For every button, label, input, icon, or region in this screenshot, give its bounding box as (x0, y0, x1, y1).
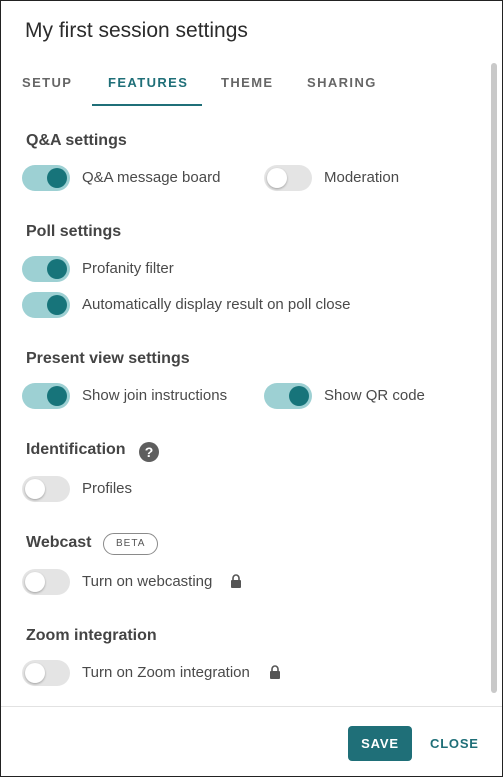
zoom-integration-heading: Zoom integration (26, 627, 157, 644)
settings-dialog: My first session settings SETUP FEATURES… (0, 0, 503, 777)
active-tab-indicator (92, 104, 202, 106)
moderation-label: Moderation (324, 169, 400, 186)
qa-settings-heading: Q&A settings (26, 132, 127, 149)
scrollbar-thumb[interactable] (491, 63, 497, 693)
identification-heading: Identification (26, 441, 126, 458)
join-instructions-toggle[interactable] (22, 383, 70, 409)
tab-sharing[interactable]: SHARING (307, 75, 377, 90)
tab-bar: SETUP FEATURES THEME SHARING (1, 63, 489, 107)
beta-badge: BETA (103, 533, 159, 555)
auto-display-result-toggle[interactable] (22, 292, 70, 318)
join-instructions-label: Show join instructions (82, 387, 228, 404)
webcasting-toggle[interactable] (22, 569, 70, 595)
qa-message-board-toggle[interactable] (22, 165, 70, 191)
toggle-knob (25, 663, 45, 683)
zoom-integration-toggle[interactable] (22, 660, 70, 686)
moderation-toggle[interactable] (264, 165, 312, 191)
profiles-label: Profiles (82, 480, 133, 497)
present-view-heading: Present view settings (26, 350, 190, 367)
webcasting-label: Turn on webcasting (82, 573, 213, 590)
qr-code-toggle[interactable] (264, 383, 312, 409)
toggle-knob (47, 259, 67, 279)
tab-features[interactable]: FEATURES (108, 75, 188, 90)
profanity-filter-label: Profanity filter (82, 260, 174, 277)
webcast-heading: Webcast (26, 534, 92, 551)
question-circle-icon[interactable]: ? (139, 442, 159, 462)
toggle-knob (25, 572, 45, 592)
lock-icon (231, 574, 241, 588)
footer-divider (1, 706, 502, 707)
profiles-toggle[interactable] (22, 476, 70, 502)
toggle-knob (47, 168, 67, 188)
toggle-knob (289, 386, 309, 406)
dialog-title: My first session settings (25, 19, 248, 42)
qa-message-board-label: Q&A message board (82, 169, 221, 186)
profanity-filter-toggle[interactable] (22, 256, 70, 282)
tab-theme[interactable]: THEME (221, 75, 274, 90)
close-button[interactable]: CLOSE (430, 726, 479, 761)
tab-setup[interactable]: SETUP (22, 75, 72, 90)
toggle-knob (267, 168, 287, 188)
qr-code-label: Show QR code (324, 387, 425, 404)
save-button[interactable]: SAVE (348, 726, 412, 761)
auto-display-result-label: Automatically display result on poll clo… (82, 296, 351, 313)
lock-icon (270, 665, 280, 679)
scrollbar[interactable] (490, 63, 498, 693)
toggle-knob (25, 479, 45, 499)
poll-settings-heading: Poll settings (26, 223, 122, 240)
zoom-integration-label: Turn on Zoom integration (82, 664, 250, 681)
toggle-knob (47, 295, 67, 315)
toggle-knob (47, 386, 67, 406)
